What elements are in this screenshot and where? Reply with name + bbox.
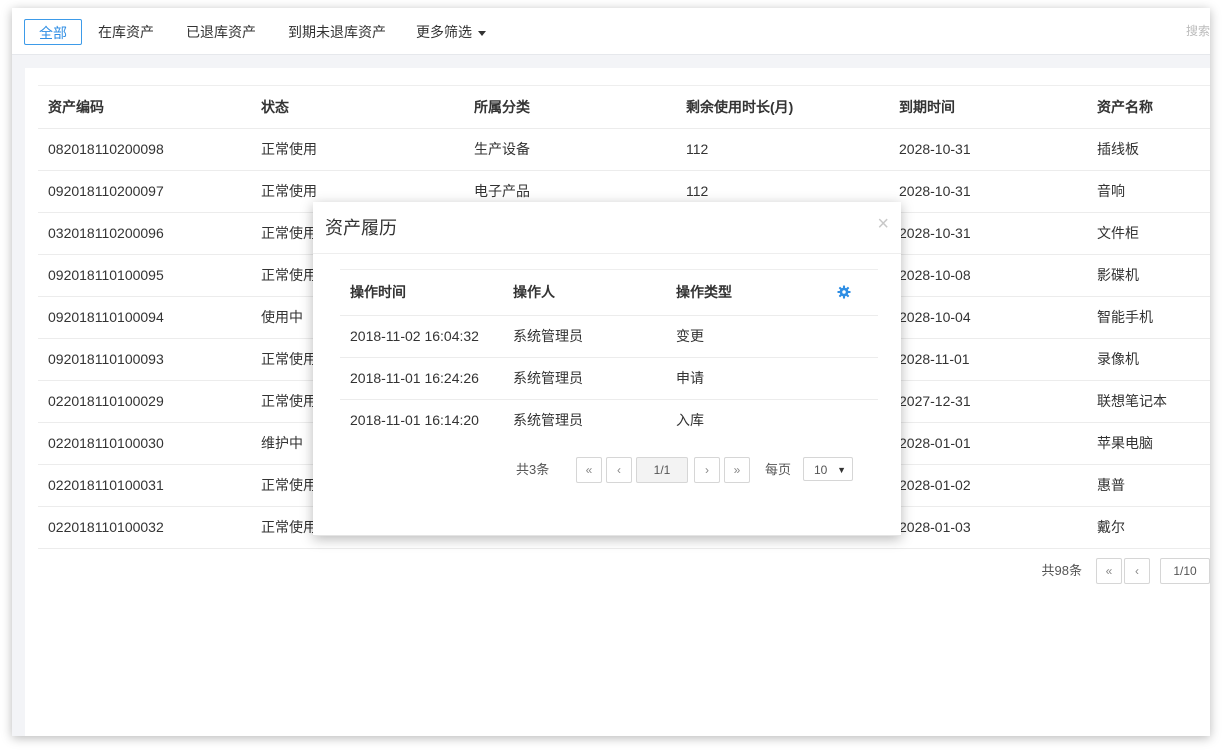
gear-icon[interactable] (837, 285, 851, 299)
cell-expiry-date: 2027-12-31 (899, 393, 971, 409)
cell-asset-code: 022018110100029 (48, 393, 164, 409)
modal-prev-page-button[interactable]: ‹ (606, 457, 632, 483)
modal-pagination: 共3条 « ‹ 1/1 › » 每页 10 ▼ (516, 457, 878, 483)
cell-status: 正常使用 (261, 225, 317, 241)
modal-divider (313, 253, 901, 254)
cell-operation-time: 2018-11-01 16:24:26 (350, 370, 479, 386)
cell-status: 维护中 (261, 435, 303, 451)
cell-asset-name: 插线板 (1097, 141, 1139, 157)
header-remaining-months: 剩余使用时长(月) (686, 99, 794, 115)
modal-bottom-border (313, 535, 901, 536)
cell-operation-time: 2018-11-02 16:04:32 (350, 328, 479, 344)
header-asset-name: 资产名称 (1097, 99, 1153, 115)
cell-expiry-date: 2028-10-04 (899, 309, 971, 325)
cell-asset-code: 022018110100032 (48, 519, 164, 535)
history-row: 2018-11-01 16:14:20 系统管理员 入库 (340, 400, 878, 441)
history-table-header: 操作时间 操作人 操作类型 (340, 269, 878, 316)
cell-asset-code: 092018110200097 (48, 183, 164, 199)
cell-asset-name: 戴尔 (1097, 519, 1125, 535)
cell-operation-time: 2018-11-01 16:14:20 (350, 412, 479, 428)
history-row: 2018-11-02 16:04:32 系统管理员 变更 (340, 316, 878, 358)
history-table: 操作时间 操作人 操作类型 2018-11-02 16:04:32系统管理员变 (340, 269, 878, 441)
cell-expiry-date: 2028-01-03 (899, 519, 971, 535)
modal-next-page-button[interactable]: › (694, 457, 720, 483)
tab-in-stock[interactable]: 在库资产 (98, 19, 154, 45)
cell-operation-type: 申请 (676, 370, 704, 386)
tab-expired-not-returned[interactable]: 到期未退库资产 (288, 19, 386, 45)
cell-asset-code: 092018110100095 (48, 267, 164, 283)
cell-expiry-date: 2028-10-31 (899, 141, 971, 157)
cell-status: 正常使用 (261, 519, 317, 535)
asset-history-modal: 资产履历 × 操作时间 操作人 操作类型 2018-11-02 16:04:32… (313, 202, 901, 536)
header-operation-time: 操作时间 (350, 284, 406, 300)
cell-status: 正常使用 (261, 351, 317, 367)
tab-more-filters-label: 更多筛选 (416, 24, 472, 40)
per-page-value: 10 (814, 463, 828, 477)
main-pagination: 共98条 « ‹ 1/10 (990, 558, 1210, 584)
cell-operator: 系统管理员 (513, 328, 583, 344)
prev-page-button[interactable]: ‹ (1124, 558, 1150, 584)
cell-asset-code: 022018110100030 (48, 435, 164, 451)
header-category: 所属分类 (474, 99, 530, 115)
cell-status: 正常使用 (261, 267, 317, 283)
table-row[interactable]: 082018110200098 正常使用 生产设备 112 2028-10-31 插线板 (38, 129, 1210, 171)
tab-more-filters[interactable]: 更多筛选 (416, 19, 486, 45)
cell-asset-name: 智能手机 (1097, 309, 1153, 325)
cell-expiry-date: 2028-01-01 (899, 435, 971, 451)
cell-expiry-date: 2028-01-02 (899, 477, 971, 493)
modal-total-count: 共3条 (516, 462, 550, 477)
tab-all[interactable]: 全部 (24, 19, 82, 45)
cell-asset-name: 文件柜 (1097, 225, 1139, 241)
history-rows: 2018-11-02 16:04:32 系统管理员 变更 2018-11-01 16:… (340, 316, 878, 441)
cell-operation-type: 变更 (676, 328, 704, 344)
dropdown-arrow-icon: ▼ (837, 465, 846, 475)
cell-asset-name: 音响 (1097, 183, 1125, 199)
cell-status: 正常使用 (261, 477, 317, 493)
tab-returned[interactable]: 已退库资产 (186, 19, 256, 45)
modal-last-page-button[interactable]: » (724, 457, 750, 483)
cell-category: 生产设备 (474, 141, 530, 157)
history-row: 2018-11-01 16:24:26 系统管理员 申请 (340, 358, 878, 400)
cell-expiry-date: 2028-10-08 (899, 267, 971, 283)
table-header: 资产编码 状态 所属分类 剩余使用时长(月) 到期时间 资产名称 (38, 85, 1210, 129)
cell-status: 正常使用 (261, 393, 317, 409)
close-icon[interactable]: × (877, 214, 889, 234)
first-page-button[interactable]: « (1096, 558, 1122, 584)
cell-operator: 系统管理员 (513, 412, 583, 428)
header-expiry-date: 到期时间 (899, 99, 955, 115)
caret-down-icon (478, 30, 486, 36)
cell-status: 正常使用 (261, 141, 317, 157)
total-count: 共98条 (1041, 563, 1082, 578)
header-asset-code: 资产编码 (48, 99, 104, 115)
filter-tab-bar: 全部 在库资产 已退库资产 到期未退库资产 更多筛选 搜索 (12, 8, 1210, 55)
cell-remaining-months: 112 (686, 141, 709, 157)
page-input[interactable]: 1/10 (1160, 558, 1210, 584)
cell-asset-code: 082018110200098 (48, 141, 164, 157)
header-operation-type: 操作类型 (676, 284, 732, 300)
cell-asset-name: 苹果电脑 (1097, 435, 1153, 451)
modal-title: 资产履历 (325, 218, 397, 238)
cell-operation-type: 入库 (676, 412, 704, 428)
cell-expiry-date: 2028-11-01 (899, 351, 970, 367)
cell-asset-name: 惠普 (1097, 477, 1125, 493)
cell-asset-code: 022018110100031 (48, 477, 164, 493)
cell-status: 使用中 (261, 309, 303, 325)
cell-asset-name: 录像机 (1097, 351, 1139, 367)
cell-asset-code: 092018110100093 (48, 351, 164, 367)
header-operator: 操作人 (513, 284, 555, 300)
header-status: 状态 (261, 99, 289, 115)
per-page-label: 每页 (765, 462, 792, 477)
per-page-select[interactable]: 10 ▼ (803, 457, 853, 481)
cell-operator: 系统管理员 (513, 370, 583, 386)
cell-expiry-date: 2028-10-31 (899, 225, 971, 241)
cell-asset-code: 092018110100094 (48, 309, 164, 325)
modal-first-page-button[interactable]: « (576, 457, 602, 483)
cell-expiry-date: 2028-10-31 (899, 183, 971, 199)
cell-asset-name: 影碟机 (1097, 267, 1139, 283)
cell-status: 正常使用 (261, 183, 317, 199)
cell-asset-code: 032018110200096 (48, 225, 164, 241)
modal-page-input[interactable]: 1/1 (636, 457, 688, 483)
cell-asset-name: 联想笔记本 (1097, 393, 1167, 409)
search-input[interactable]: 搜索 (1186, 22, 1210, 39)
